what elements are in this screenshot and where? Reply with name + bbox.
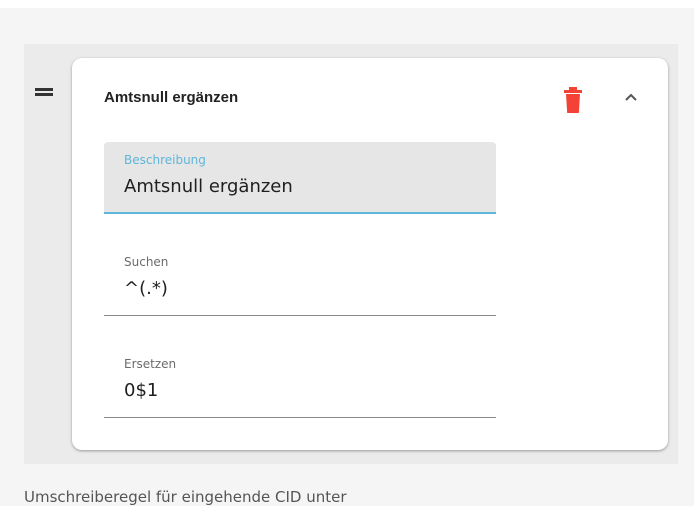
trash-icon bbox=[564, 87, 582, 113]
search-label: Suchen bbox=[124, 255, 169, 269]
chevron-up-icon bbox=[625, 93, 637, 101]
rule-title: Amtsnull ergänzen bbox=[104, 89, 239, 106]
description-value: Amtsnull ergänzen bbox=[124, 176, 293, 197]
replace-field[interactable]: Ersetzen 0$1 bbox=[104, 346, 496, 418]
collapse-button[interactable] bbox=[619, 86, 643, 110]
search-field[interactable]: Suchen ^(.*) bbox=[104, 244, 496, 316]
rule-card: Amtsnull ergänzen Beschreibung Amtsnull … bbox=[72, 58, 668, 450]
search-value: ^(.*) bbox=[124, 278, 168, 299]
replace-label: Ersetzen bbox=[124, 357, 177, 371]
delete-rule-button[interactable] bbox=[562, 86, 584, 114]
drag-handle-icon[interactable] bbox=[35, 88, 53, 96]
footer-text: Umschreiberegel für eingehende CID unter bbox=[24, 488, 347, 506]
description-label: Beschreibung bbox=[124, 153, 206, 167]
page: Amtsnull ergänzen Beschreibung Amtsnull … bbox=[0, 0, 694, 506]
replace-value: 0$1 bbox=[124, 380, 159, 401]
description-field[interactable]: Beschreibung Amtsnull ergänzen bbox=[104, 142, 496, 214]
top-bar bbox=[0, 0, 694, 8]
